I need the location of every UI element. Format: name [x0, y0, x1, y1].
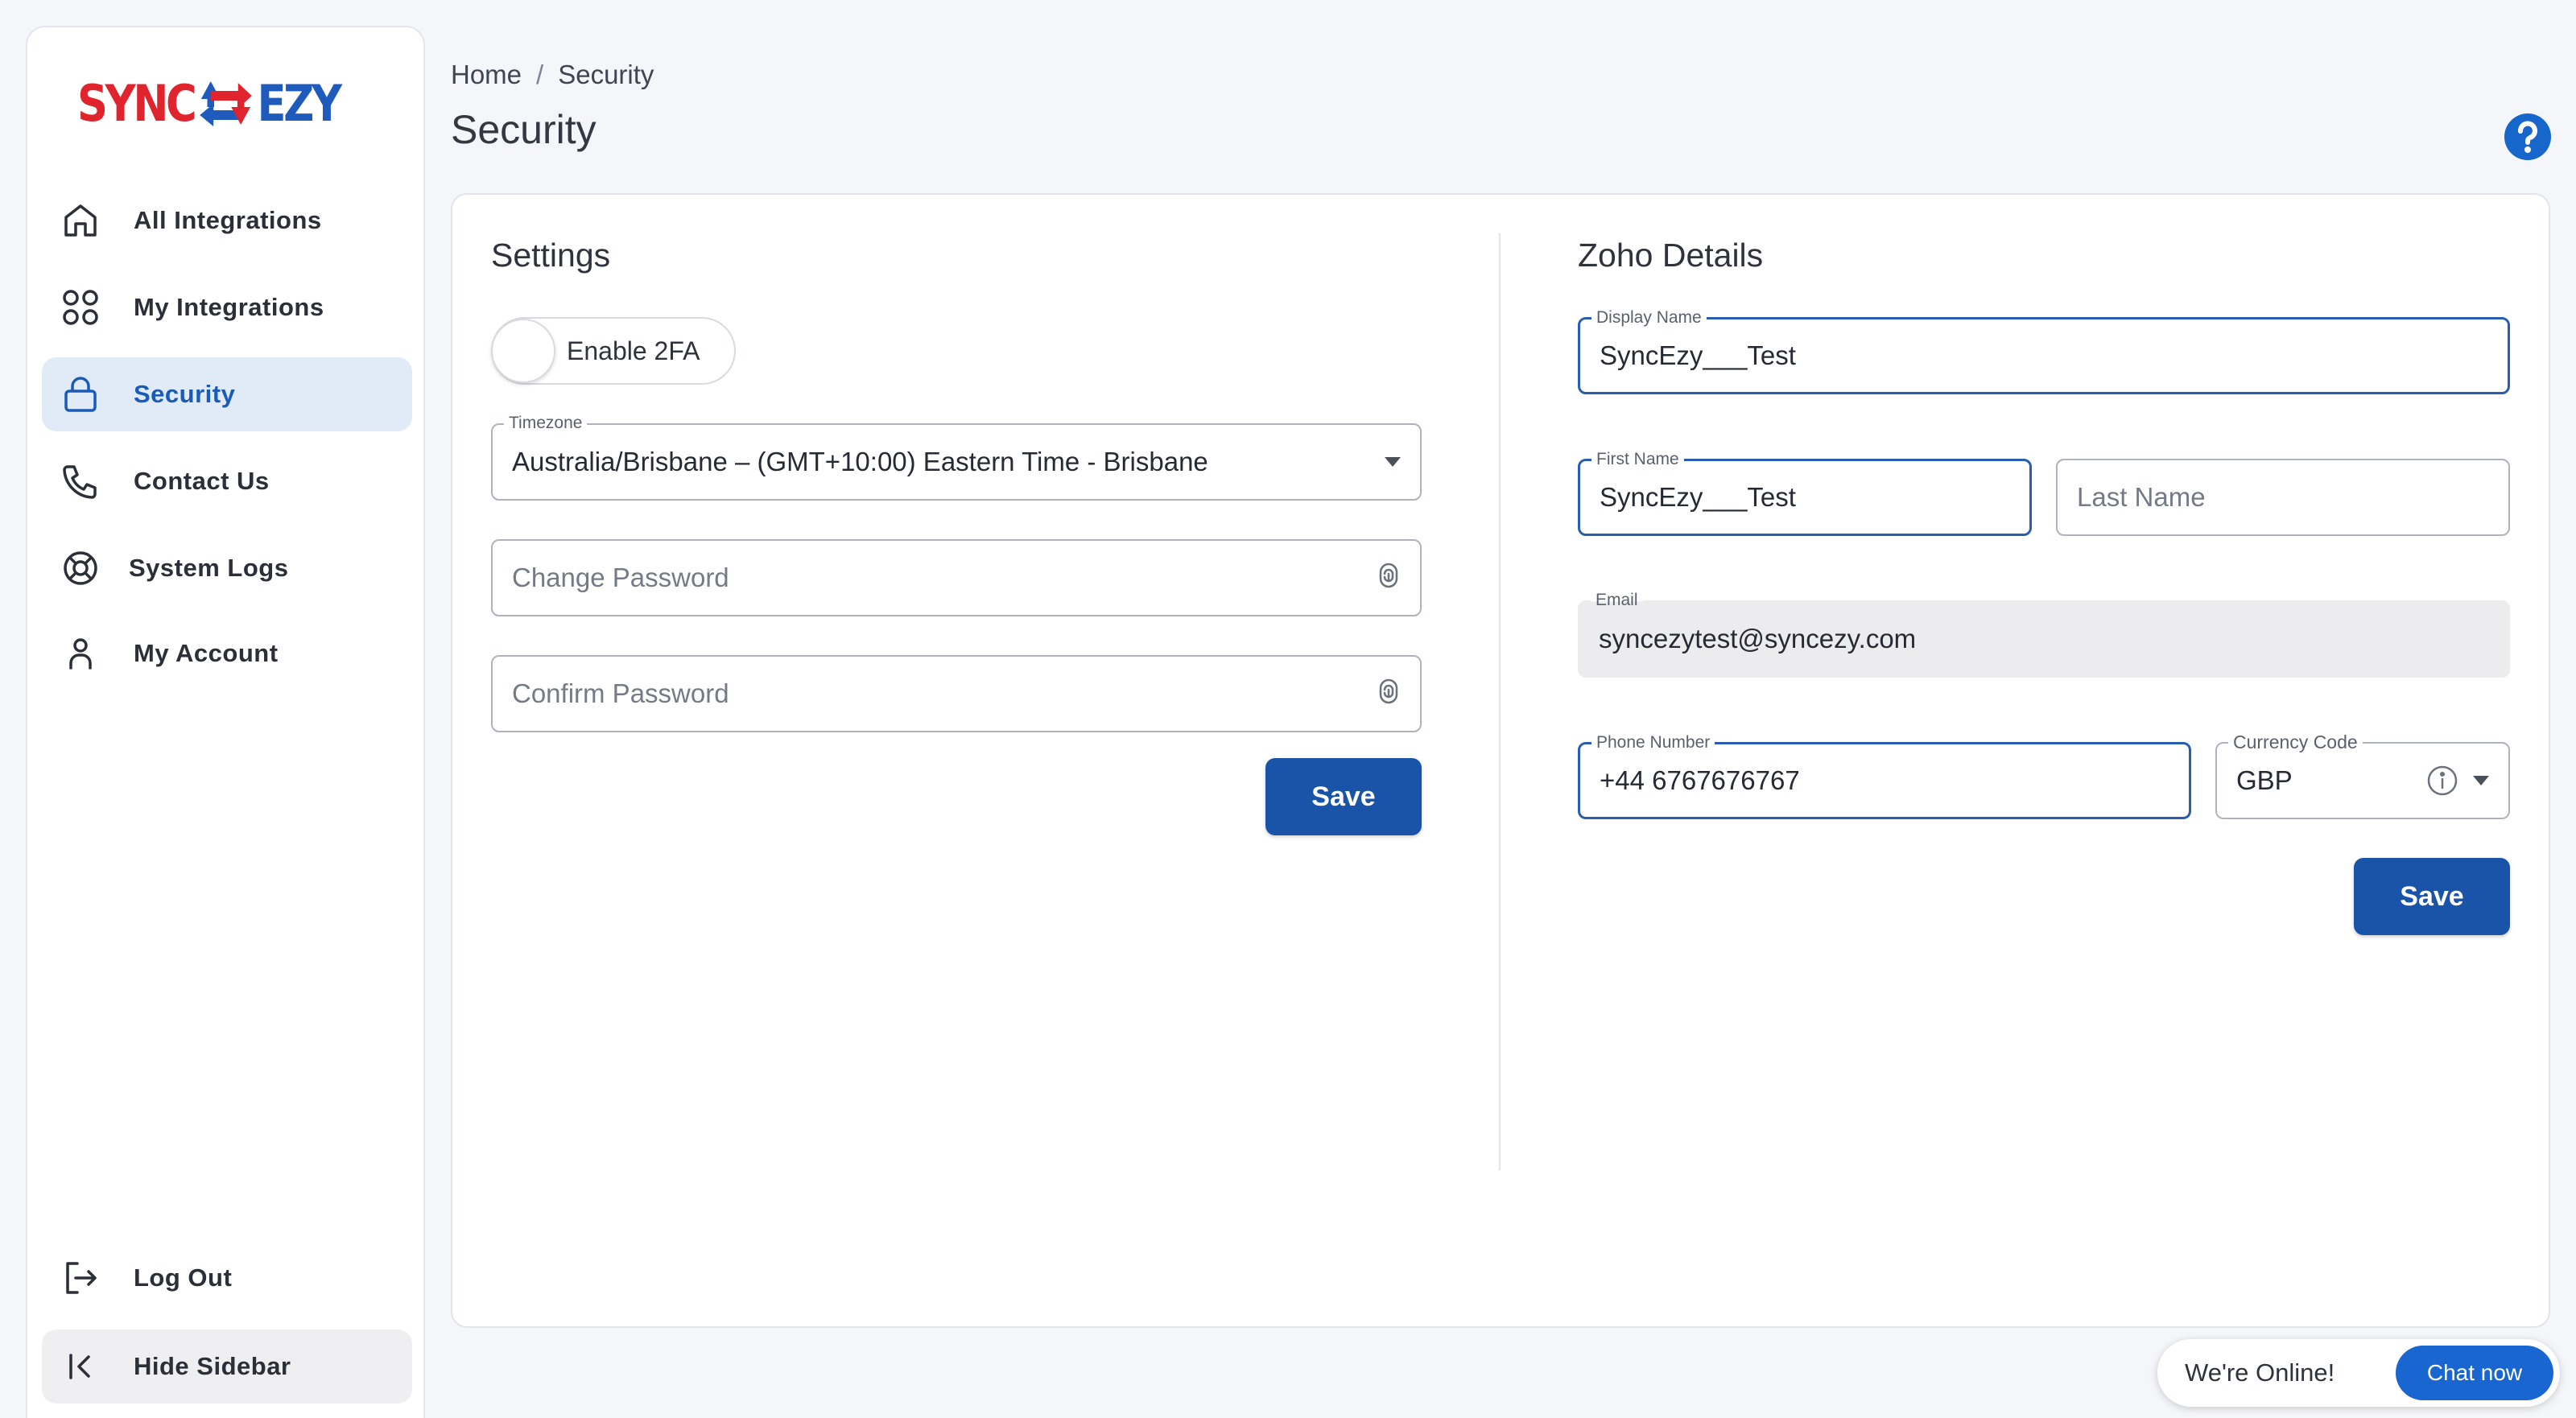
help-icon[interactable] [2504, 113, 2552, 161]
logout-icon [58, 1255, 103, 1301]
email-field: Email syncezytest@syncezy.com [1578, 589, 2510, 678]
caret-down-icon [1385, 457, 1401, 467]
change-password-input[interactable] [512, 563, 1377, 593]
sidebar-item-my-integrations[interactable]: My Integrations [42, 270, 412, 344]
chat-now-button[interactable]: Chat now [2396, 1346, 2553, 1400]
change-password-field[interactable] [491, 539, 1422, 616]
sidebar-item-all-integrations[interactable]: All Integrations [42, 183, 412, 258]
phone-number-value[interactable]: +44 6767676767 [1600, 765, 2169, 796]
breadcrumb-home[interactable]: Home [451, 60, 522, 90]
timezone-select[interactable]: Timezone Australia/Brisbane – (GMT+10:00… [491, 412, 1422, 501]
display-name-value[interactable]: SyncEzy___Test [1600, 340, 2488, 371]
chat-status-text: We're Online! [2185, 1358, 2335, 1387]
first-name-value[interactable]: SyncEzy___Test [1600, 482, 2010, 513]
caret-down-icon [2473, 776, 2489, 785]
email-value: syncezytest@syncezy.com [1599, 624, 1917, 653]
logout-label: Log Out [134, 1263, 233, 1292]
chat-widget[interactable]: We're Online! Chat now [2157, 1339, 2560, 1407]
page-title: Security [451, 107, 597, 152]
last-name-input[interactable] [2077, 482, 2489, 513]
hide-sidebar-label: Hide Sidebar [134, 1352, 291, 1380]
zoho-details-title: Zoho Details [1578, 237, 1764, 274]
sidebar-item-label: All Integrations [134, 206, 322, 234]
section-divider [1499, 233, 1501, 1170]
zoho-save-button[interactable]: Save [2354, 858, 2510, 935]
enable-2fa-label: Enable 2FA [567, 336, 700, 365]
phone-number-field[interactable]: Phone Number +44 6767676767 [1578, 732, 2191, 819]
info-icon[interactable] [2426, 765, 2458, 797]
last-name-field[interactable] [2056, 459, 2510, 536]
breadcrumb: Home / Security [451, 60, 654, 90]
fingerprint-icon[interactable] [1377, 563, 1401, 594]
confirm-password-field[interactable] [491, 655, 1422, 732]
sidebar-item-system-logs[interactable]: System Logs [42, 531, 412, 605]
sync-arrows-icon [200, 81, 252, 126]
sidebar-item-my-account[interactable]: My Account [42, 616, 412, 690]
sidebar: SYNC EZY All Integrations My Integration… [26, 26, 425, 1418]
sidebar-item-label: Security [134, 380, 236, 408]
sidebar-item-label: My Account [134, 639, 279, 667]
hide-sidebar-button[interactable]: Hide Sidebar [42, 1329, 412, 1404]
collapse-left-icon [58, 1344, 103, 1389]
grid-icon [58, 285, 103, 330]
logo-text-ezy: EZY [257, 73, 343, 133]
phone-icon [58, 459, 103, 504]
logo-text-sync: SYNC [77, 73, 197, 133]
sidebar-item-label: My Integrations [134, 293, 324, 321]
email-label: Email [1591, 589, 1643, 612]
breadcrumb-current: Security [558, 60, 654, 89]
user-icon [58, 631, 103, 676]
first-name-label: First Name [1591, 448, 1684, 471]
settings-title: Settings [491, 237, 611, 274]
syncezy-logo[interactable]: SYNC EZY [77, 63, 343, 143]
first-name-field[interactable]: First Name SyncEzy___Test [1578, 448, 2032, 536]
currency-code-label: Currency Code [2228, 731, 2363, 753]
currency-code-select[interactable]: Currency Code GBP [2215, 731, 2510, 819]
display-name-field[interactable]: Display Name SyncEzy___Test [1578, 307, 2510, 394]
sidebar-item-security[interactable]: Security [42, 357, 412, 431]
timezone-value: Australia/Brisbane – (GMT+10:00) Eastern… [512, 447, 1208, 476]
display-name-label: Display Name [1591, 307, 1707, 329]
lock-icon [58, 372, 103, 417]
toggle-knob[interactable] [491, 319, 555, 383]
sidebar-item-label: Contact Us [134, 467, 270, 495]
timezone-label: Timezone [504, 412, 588, 435]
currency-code-value: GBP [2236, 765, 2293, 795]
fingerprint-icon[interactable] [1377, 678, 1401, 710]
sidebar-item-contact-us[interactable]: Contact Us [42, 444, 412, 518]
phone-number-label: Phone Number [1591, 732, 1715, 754]
sidebar-item-label: System Logs [129, 554, 289, 582]
logout-button[interactable]: Log Out [42, 1241, 412, 1315]
breadcrumb-separator: / [536, 60, 544, 89]
lifebuoy-icon [58, 546, 103, 591]
confirm-password-input[interactable] [512, 678, 1377, 709]
enable-2fa-toggle[interactable]: Enable 2FA [491, 317, 736, 385]
home-icon [58, 198, 103, 243]
settings-save-button[interactable]: Save [1265, 758, 1422, 835]
